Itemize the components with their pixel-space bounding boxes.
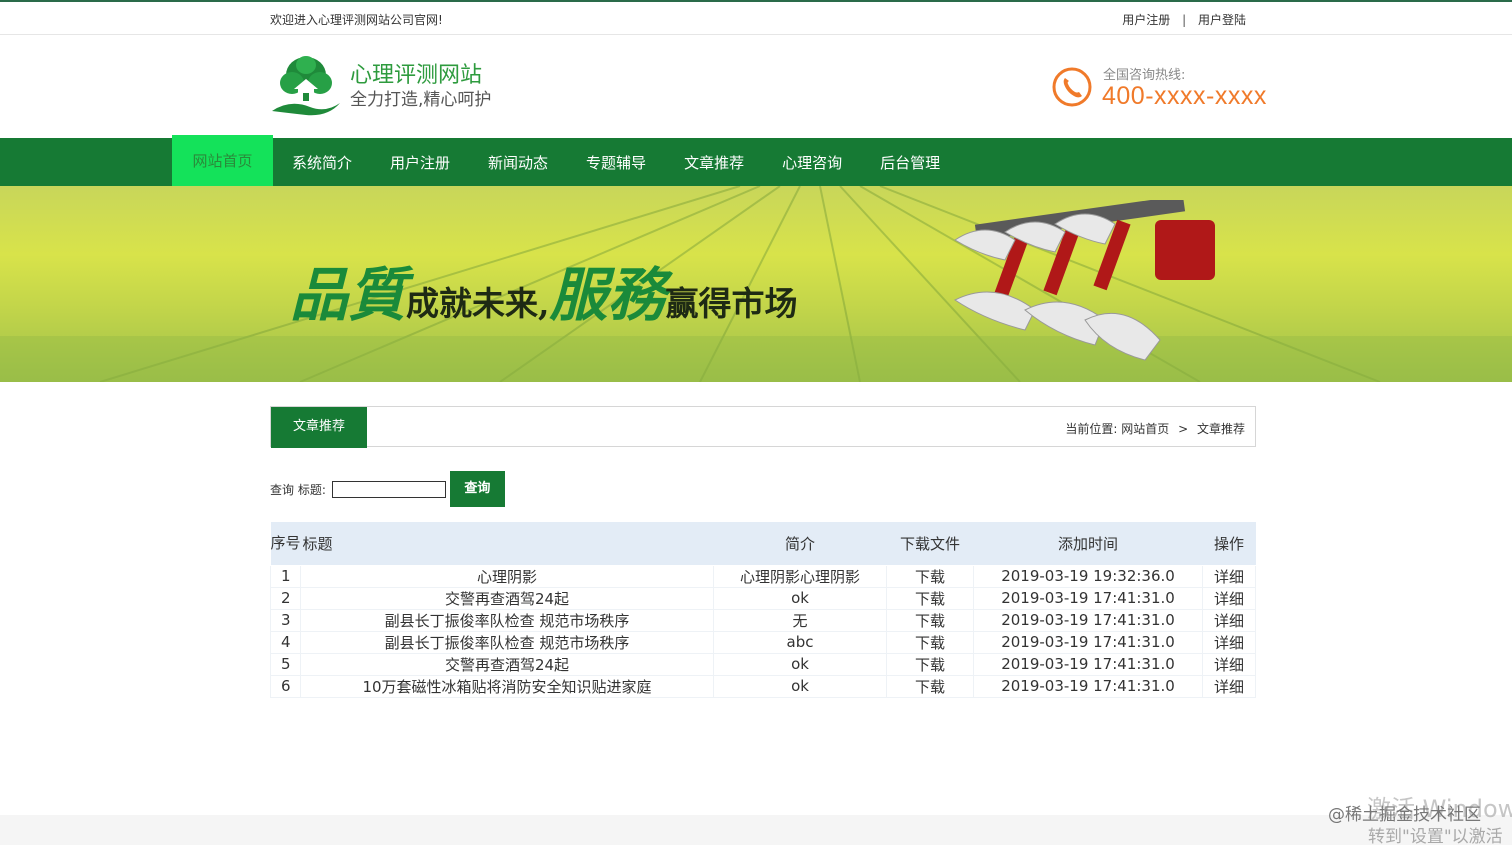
- article-table: 序号 标题 简介 下载文件 添加时间 操作 1 心理阴影 心理阴影心理阴影 下载…: [270, 522, 1256, 698]
- main-nav: 网站首页 系统简介 用户注册 新闻动态 专题辅导 文章推荐 心理咨询 后台管理: [0, 135, 1512, 186]
- row-time: 2019-03-19 17:41:31.0: [973, 608, 1203, 632]
- row-download-link[interactable]: 下载: [886, 586, 974, 610]
- top-login-link[interactable]: 用户登陆: [1198, 13, 1246, 27]
- banner-quality: 品質: [290, 261, 407, 329]
- banner-service: 服務: [549, 261, 666, 329]
- row-num: 2: [270, 586, 301, 610]
- banner: 品質成就未来,服務赢得市场: [0, 186, 1512, 382]
- row-num: 4: [270, 630, 301, 654]
- row-time: 2019-03-19 17:41:31.0: [973, 586, 1203, 610]
- top-register-link[interactable]: 用户注册: [1122, 13, 1170, 27]
- table-header-row: 序号 标题 简介 下载文件 添加时间 操作: [270, 522, 1256, 566]
- nav-item-register[interactable]: 用户注册: [371, 138, 469, 186]
- row-title: 副县长丁振俊率队检查 规范市场秩序: [300, 630, 714, 654]
- row-download-link[interactable]: 下载: [886, 608, 974, 632]
- row-title: 心理阴影: [300, 564, 714, 588]
- row-time: 2019-03-19 19:32:36.0: [973, 564, 1203, 588]
- row-time: 2019-03-19 17:41:31.0: [973, 674, 1203, 698]
- hotline-number: 400-xxxx-xxxx: [1102, 82, 1267, 110]
- site-slogan: 全力打造,精心呵护: [350, 90, 492, 110]
- plough-machine-icon: [954, 200, 1215, 361]
- row-num: 5: [270, 652, 301, 676]
- row-detail-link[interactable]: 详细: [1202, 608, 1256, 632]
- row-detail-link[interactable]: 详细: [1202, 630, 1256, 654]
- table-row: 6 10万套磁性冰箱贴将消防安全知识贴进家庭 ok 下载 2019-03-19 …: [270, 674, 1256, 698]
- row-intro: ok: [713, 674, 887, 698]
- row-detail-link[interactable]: 详细: [1202, 652, 1256, 676]
- nav-item-consult[interactable]: 心理咨询: [763, 138, 861, 186]
- header-op: 操作: [1202, 522, 1256, 566]
- row-num: 1: [270, 564, 301, 588]
- header-file: 下载文件: [886, 522, 974, 566]
- breadcrumb: 当前位置: 网站首页 > 文章推荐: [1065, 420, 1245, 437]
- row-intro: 无: [713, 608, 887, 632]
- top-links: 用户注册 | 用户登陆: [1122, 11, 1246, 28]
- search-title-input[interactable]: [331, 480, 446, 498]
- header-time: 添加时间: [973, 522, 1203, 566]
- row-num: 6: [270, 674, 301, 698]
- nav-item-articles[interactable]: 文章推荐: [665, 138, 763, 186]
- row-intro: ok: [713, 652, 887, 676]
- search-label: 查询 标题:: [270, 482, 326, 497]
- row-download-link[interactable]: 下载: [886, 652, 974, 676]
- breadcrumb-arrow: >: [1178, 422, 1189, 436]
- header-intro: 简介: [713, 522, 887, 566]
- footer-bar: [0, 815, 1512, 845]
- welcome-text: 欢迎进入心理评测网站公司官网!: [270, 13, 443, 27]
- row-time: 2019-03-19 17:41:31.0: [973, 652, 1203, 676]
- section-tab: 文章推荐: [271, 407, 367, 448]
- row-time: 2019-03-19 17:41:31.0: [973, 630, 1203, 654]
- phone-icon: [1052, 67, 1092, 107]
- row-download-link[interactable]: 下载: [886, 630, 974, 654]
- windows-activate-hint: 转到"设置"以激活: [1368, 827, 1503, 847]
- top-links-separator: |: [1182, 13, 1187, 27]
- row-title: 副县长丁振俊率队检查 规范市场秩序: [300, 608, 714, 632]
- section-header: 文章推荐 当前位置: 网站首页 > 文章推荐: [270, 406, 1256, 448]
- header-title: 标题: [300, 522, 714, 566]
- row-download-link[interactable]: 下载: [886, 674, 974, 698]
- row-title: 交警再查酒驾24起: [300, 652, 714, 676]
- row-title: 交警再查酒驾24起: [300, 586, 714, 610]
- table-row: 1 心理阴影 心理阴影心理阴影 下载 2019-03-19 19:32:36.0…: [270, 564, 1256, 588]
- nav-item-topics[interactable]: 专题辅导: [567, 138, 665, 186]
- table-row: 2 交警再查酒驾24起 ok 下载 2019-03-19 17:41:31.0 …: [270, 586, 1256, 610]
- breadcrumb-prefix: 当前位置:: [1065, 422, 1118, 436]
- row-intro: abc: [713, 630, 887, 654]
- row-detail-link[interactable]: 详细: [1202, 674, 1256, 698]
- search-form: 查询 标题: 查询: [270, 471, 505, 507]
- row-download-link[interactable]: 下载: [886, 564, 974, 588]
- banner-slogan: 品質成就未来,服務赢得市场: [290, 248, 798, 332]
- row-num: 3: [270, 608, 301, 632]
- nav-item-intro[interactable]: 系统简介: [273, 138, 371, 186]
- site-header: 心理评测网站 全力打造,精心呵护 全国咨询热线: 400-xxxx-xxxx: [0, 35, 1512, 138]
- banner-future: 成就未来,: [406, 284, 550, 323]
- table-row: 5 交警再查酒驾24起 ok 下载 2019-03-19 17:41:31.0 …: [270, 652, 1256, 676]
- hotline-label: 全国咨询热线:: [1103, 68, 1186, 83]
- row-intro: 心理阴影心理阴影: [713, 564, 887, 588]
- breadcrumb-home[interactable]: 网站首页: [1121, 422, 1169, 436]
- nav-item-admin[interactable]: 后台管理: [861, 138, 959, 186]
- nav-item-news[interactable]: 新闻动态: [469, 138, 567, 186]
- row-detail-link[interactable]: 详细: [1202, 564, 1256, 588]
- tree-house-logo-icon: [272, 56, 340, 116]
- search-button[interactable]: 查询: [449, 471, 505, 507]
- row-title: 10万套磁性冰箱贴将消防安全知识贴进家庭: [300, 674, 714, 698]
- row-intro: ok: [713, 586, 887, 610]
- table-row: 3 副县长丁振俊率队检查 规范市场秩序 无 下载 2019-03-19 17:4…: [270, 608, 1256, 632]
- row-detail-link[interactable]: 详细: [1202, 586, 1256, 610]
- banner-market: 赢得市场: [665, 284, 798, 323]
- breadcrumb-current: 文章推荐: [1196, 422, 1245, 436]
- header-num: 序号: [270, 522, 301, 566]
- top-bar: 欢迎进入心理评测网站公司官网! 用户注册 | 用户登陆: [0, 0, 1512, 35]
- nav-item-home[interactable]: 网站首页: [172, 135, 273, 186]
- table-row: 4 副县长丁振俊率队检查 规范市场秩序 abc 下载 2019-03-19 17…: [270, 630, 1256, 654]
